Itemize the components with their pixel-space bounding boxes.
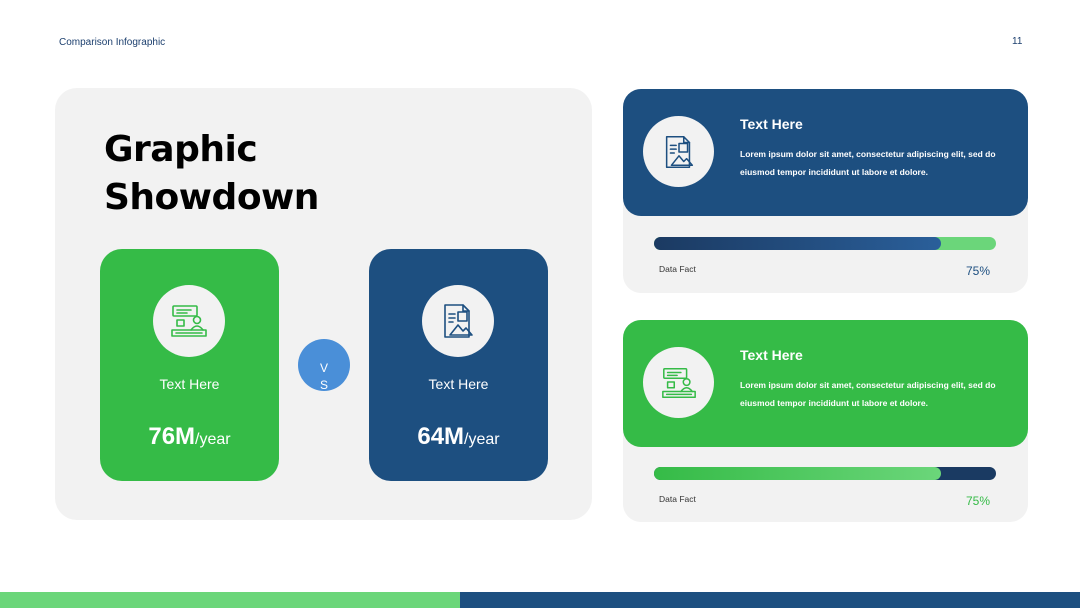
- comparison-card-right: Text Here 64M/year: [369, 249, 548, 481]
- footer-bar-green: [0, 592, 460, 608]
- presenter-desk-icon: [643, 347, 714, 418]
- info-card-2: Text Here Lorem ipsum dolor sit amet, co…: [623, 320, 1028, 447]
- headline-line-2: Showdown: [104, 177, 319, 218]
- vs-letter-s: S: [319, 378, 328, 391]
- comparison-card-left: Text Here 76M/year: [100, 249, 279, 481]
- footer-bar-blue: [460, 592, 1080, 608]
- progress-fill-1: [654, 237, 942, 250]
- card-label: Text Here: [428, 376, 489, 392]
- info-card-description: Lorem ipsum dolor sit amet, consectetur …: [740, 149, 996, 177]
- progress-bar-1: [654, 237, 996, 250]
- page-number: 11: [1012, 36, 1023, 47]
- card-value-unit: /year: [464, 431, 500, 448]
- card-value-number: 76M: [148, 423, 196, 450]
- card-value: 76M/year: [100, 423, 279, 451]
- presenter-desk-icon: [153, 285, 225, 357]
- document-image-icon: [643, 116, 714, 187]
- vs-letter-v: V: [319, 361, 328, 375]
- data-fact-label: Data Fact: [659, 264, 696, 274]
- info-card-1: Text Here Lorem ipsum dolor sit amet, co…: [623, 89, 1028, 216]
- info-card-title: Text Here: [740, 347, 803, 363]
- card-value-number: 64M: [417, 423, 465, 450]
- card-label: Text Here: [159, 376, 220, 392]
- info-card-title: Text Here: [740, 116, 803, 132]
- progress-bar-2: [654, 467, 996, 480]
- data-fact-percent: 75%: [966, 494, 991, 508]
- data-fact-percent: 75%: [966, 264, 991, 278]
- header-title: Comparison Infographic: [59, 37, 166, 48]
- progress-fill-2: [654, 467, 942, 480]
- headline-line-1: Graphic: [104, 129, 258, 170]
- document-image-icon: [422, 285, 494, 357]
- headline: Graphic Showdown: [104, 126, 319, 222]
- card-value: 64M/year: [369, 423, 548, 451]
- info-card-description: Lorem ipsum dolor sit amet, consectetur …: [740, 380, 996, 408]
- vs-badge: V S: [298, 339, 350, 391]
- data-fact-label: Data Fact: [659, 494, 696, 504]
- card-value-unit: /year: [195, 431, 231, 448]
